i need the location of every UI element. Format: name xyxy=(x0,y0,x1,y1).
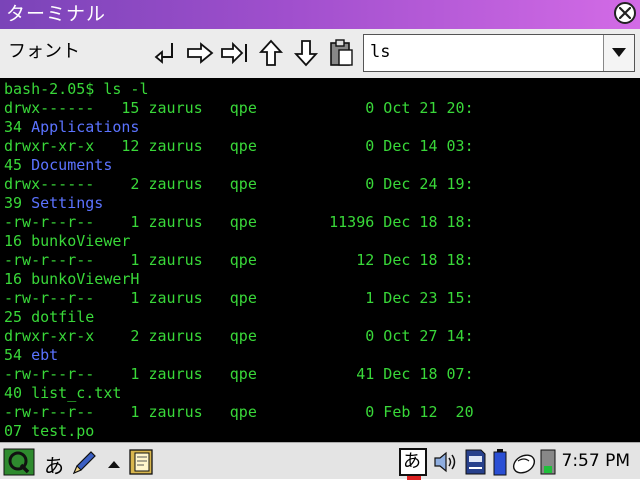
volume-button[interactable] xyxy=(432,448,460,476)
up-button[interactable] xyxy=(256,38,286,68)
terminal-line-text: bash-2.05$ ls -l xyxy=(4,80,149,98)
return-arrow-icon xyxy=(154,43,173,64)
triangle-up-icon xyxy=(108,461,120,468)
start-menu-button[interactable] xyxy=(3,448,35,476)
document-app-icon xyxy=(129,449,153,475)
sd-card-button[interactable] xyxy=(463,448,487,476)
terminal-line-text: -rw-r--r-- 1 zaurus qpe 12 Dec 18 18: xyxy=(4,251,474,269)
terminal-line-text: 54 xyxy=(4,346,32,364)
command-combobox[interactable]: ls xyxy=(363,34,635,72)
terminal-line-text: -rw-r--r-- 1 zaurus qpe 1 Dec 23 15: xyxy=(4,289,474,307)
terminal-line-text: drwxr-xr-x 12 zaurus qpe 0 Dec 14 03: xyxy=(4,137,474,155)
terminal-line: 45 Documents xyxy=(4,156,112,175)
mouse-icon xyxy=(512,454,536,474)
toolbar: フォント ls xyxy=(0,29,640,79)
terminal-line: bash-2.05$ ls -l xyxy=(4,80,149,99)
battery-icon xyxy=(493,449,507,476)
mouse-settings-button[interactable] xyxy=(510,448,538,476)
taskbar: あ あ 7:57 PM xyxy=(0,442,640,480)
tab-button[interactable] xyxy=(185,38,215,68)
terminal-output[interactable]: bash-2.05$ ls -l drwx------ 15 zaurus qpe… xyxy=(0,78,640,442)
combobox-dropdown-button[interactable] xyxy=(603,35,634,71)
terminal-line-text: drwxr-xr-x 2 zaurus qpe 0 Oct 27 14: xyxy=(4,327,474,345)
terminal-line-text: -rw-r--r-- 1 zaurus qpe 41 Dec 18 07: xyxy=(4,365,474,383)
terminal-line-text: 34 xyxy=(4,118,32,136)
paste-button[interactable] xyxy=(326,38,356,68)
directory-name: ebt xyxy=(31,346,59,364)
terminal-line-text: drwx------ 2 zaurus qpe 0 Dec 24 19: xyxy=(4,175,474,193)
terminal-line-text: 25 dotfile xyxy=(4,308,95,326)
qtopia-logo-icon xyxy=(3,448,35,476)
terminal-line-text: 39 xyxy=(4,194,32,212)
terminal-line: drwxr-xr-x 12 zaurus qpe 0 Dec 14 03: xyxy=(4,137,474,156)
enter-button[interactable] xyxy=(150,38,180,68)
directory-name: Applications xyxy=(31,118,140,136)
window-title: ターミナル xyxy=(6,3,107,25)
ime-active-bar xyxy=(407,476,421,480)
up-arrow-icon xyxy=(258,39,284,66)
signal-indicator xyxy=(540,448,556,476)
taskbar-terminal-app[interactable] xyxy=(127,448,155,476)
down-arrow-icon xyxy=(293,40,319,67)
terminal-line-text: 40 list_c.txt xyxy=(4,384,122,402)
terminal-line: -rw-r--r-- 1 zaurus qpe 11396 Dec 18 18: xyxy=(4,213,474,232)
sd-card-icon xyxy=(465,449,486,475)
terminal-line-text: -rw-r--r-- 1 zaurus qpe 11396 Dec 18 18: xyxy=(4,213,474,231)
handwriting-button[interactable] xyxy=(70,448,98,476)
input-mode-indicator[interactable]: あ xyxy=(44,450,64,478)
close-icon xyxy=(619,7,631,19)
signal-level-icon xyxy=(540,449,556,475)
terminal-line: 16 bunkoViewerH xyxy=(4,270,139,289)
terminal-line-text: 16 bunkoViewerH xyxy=(4,270,140,288)
ime-button[interactable]: あ xyxy=(399,448,427,480)
ime-label: あ xyxy=(403,451,421,472)
keyboard-toggle[interactable] xyxy=(106,448,122,476)
chevron-down-icon xyxy=(612,48,626,57)
terminal-line-text: drwx------ 15 zaurus qpe 0 Oct 21 20: xyxy=(4,99,474,117)
tab-end-arrow-icon xyxy=(221,41,247,65)
terminal-line: drwx------ 2 zaurus qpe 0 Dec 24 19: xyxy=(4,175,474,194)
terminal-line: 39 Settings xyxy=(4,194,103,213)
font-menu[interactable]: フォント xyxy=(8,37,80,63)
terminal-line-text: -rw-r--r-- 1 zaurus qpe 0 Feb 12 20 xyxy=(4,403,474,421)
clock[interactable]: 7:57 PM xyxy=(562,451,631,471)
terminal-line: 40 list_c.txt xyxy=(4,384,121,403)
command-input[interactable]: ls xyxy=(370,42,390,62)
terminal-line: 54 ebt xyxy=(4,346,58,365)
terminal-line-text: 16 bunkoViewer xyxy=(4,232,131,250)
terminal-line: 34 Applications xyxy=(4,118,139,137)
terminal-line: -rw-r--r-- 1 zaurus qpe 12 Dec 18 18: xyxy=(4,251,474,270)
terminal-line: drwx------ 15 zaurus qpe 0 Oct 21 20: xyxy=(4,99,474,118)
tab-end-button[interactable] xyxy=(220,38,250,68)
down-button[interactable] xyxy=(291,38,321,68)
terminal-line-text: 07 test.po xyxy=(4,422,95,440)
clipboard-icon xyxy=(330,39,353,66)
directory-name: Documents xyxy=(31,156,113,174)
terminal-line: -rw-r--r-- 1 zaurus qpe 0 Feb 12 20 xyxy=(4,403,474,422)
directory-name: Settings xyxy=(31,194,104,212)
terminal-line: drwxr-xr-x 2 zaurus qpe 0 Oct 27 14: xyxy=(4,327,474,346)
tab-arrow-icon xyxy=(187,42,214,64)
battery-indicator[interactable] xyxy=(493,448,507,476)
terminal-line-text: 45 xyxy=(4,156,32,174)
pen-icon xyxy=(72,451,96,475)
title-bar: ターミナル xyxy=(0,0,640,29)
terminal-line: 07 test.po xyxy=(4,422,94,441)
terminal-line: -rw-r--r-- 1 zaurus qpe 1 Dec 23 15: xyxy=(4,289,474,308)
terminal-line: 16 bunkoViewer xyxy=(4,232,130,251)
terminal-line: 25 dotfile xyxy=(4,308,94,327)
speaker-icon xyxy=(434,451,456,473)
terminal-line: -rw-r--r-- 1 zaurus qpe 41 Dec 18 07: xyxy=(4,365,474,384)
close-button[interactable] xyxy=(614,2,636,24)
